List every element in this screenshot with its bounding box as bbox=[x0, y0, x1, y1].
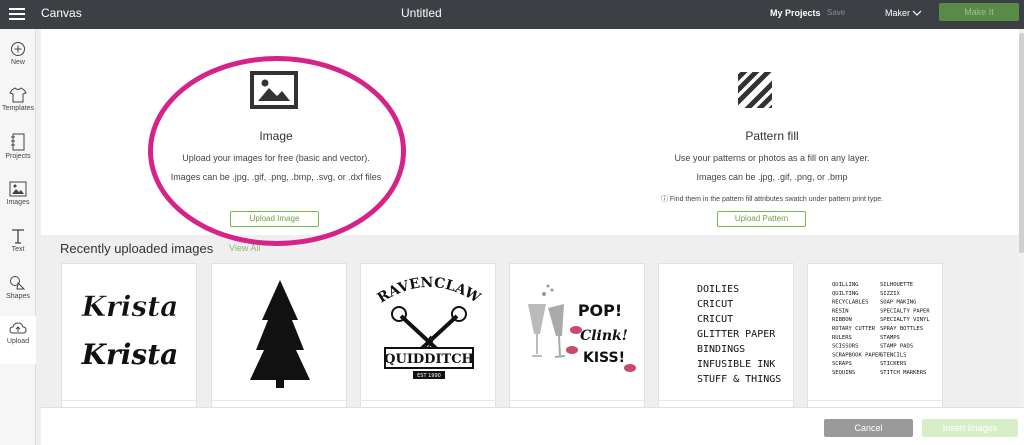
svg-text:RAVENCLAW: RAVENCLAW bbox=[375, 275, 483, 307]
word-list-line: GLITTER PAPER bbox=[697, 329, 776, 340]
recent-image-card[interactable]: QUILLING QUILTING RECYCLABLES RESIN RIBBON RO… bbox=[807, 263, 943, 413]
kiss-text: KISS! bbox=[583, 350, 625, 366]
pine-tree-thumbnail bbox=[250, 280, 310, 388]
sidebar-item-label: Text bbox=[11, 246, 25, 253]
pattern-fill-heading: Pattern fill bbox=[745, 129, 799, 143]
supply-list-line: RIBBON bbox=[832, 317, 852, 323]
sidebar-item-label: New bbox=[10, 59, 25, 66]
word-list-line: BINDINGS bbox=[697, 344, 745, 355]
recent-images-heading: Recently uploaded images bbox=[60, 241, 214, 256]
pattern-fill-icon bbox=[738, 72, 772, 108]
supply-list-line: SCRAPS bbox=[832, 361, 852, 367]
left-sidebar: New Templates Projects Images Text Shape… bbox=[0, 29, 36, 445]
supply-list-line: SEQUINS bbox=[832, 370, 855, 376]
shirt-icon bbox=[9, 87, 27, 103]
my-projects-link[interactable]: My Projects bbox=[770, 8, 821, 18]
hamburger-menu-icon[interactable] bbox=[9, 8, 25, 20]
view-all-link[interactable]: View All bbox=[229, 243, 260, 253]
sidebar-item-label: Templates bbox=[2, 105, 34, 112]
krista-outline-text: Krista bbox=[81, 290, 179, 323]
document-title: Untitled bbox=[401, 6, 442, 20]
vertical-scrollbar[interactable] bbox=[1019, 29, 1024, 407]
chevron-down-icon[interactable] bbox=[912, 8, 922, 18]
supply-list-line: SILHOUETTE bbox=[880, 282, 913, 288]
quidditch-text: QUIDDITCH bbox=[384, 352, 474, 367]
pop-clink-kiss-thumbnail: POP! Clink! KISS! bbox=[528, 284, 636, 372]
save-button[interactable]: Save bbox=[827, 8, 845, 17]
supply-list-line: STITCH MARKERS bbox=[880, 370, 926, 376]
word-list-line: INFUSIBLE INK bbox=[697, 359, 775, 370]
supply-list-line: STICKERS bbox=[880, 361, 907, 367]
word-list-line: CRICUT bbox=[697, 299, 733, 310]
cloud-upload-icon bbox=[9, 322, 27, 334]
supply-list-line: QUILTING bbox=[832, 291, 859, 297]
word-list-line: STUFF & THINGS bbox=[697, 374, 781, 385]
supply-list-line: SIZZIX bbox=[880, 291, 901, 297]
sidebar-item-label: Upload bbox=[6, 338, 30, 345]
pattern-description: Use your patterns or photos as a fill on… bbox=[674, 153, 870, 163]
sidebar-item-upload[interactable]: Upload bbox=[0, 316, 36, 364]
recent-image-card[interactable]: POP! Clink! KISS! bbox=[509, 263, 645, 413]
sidebar-item-label: Images bbox=[6, 199, 30, 206]
pop-text: POP! bbox=[578, 301, 622, 320]
supply-list-line: QUILLING bbox=[832, 282, 859, 288]
text-t-icon bbox=[12, 229, 24, 244]
supply-list-line: SPRAY BOTTLES bbox=[880, 326, 923, 332]
image-icon bbox=[9, 181, 27, 197]
pattern-formats: Images can be .jpg, .gif, .png, or .bmp bbox=[696, 172, 848, 182]
sidebar-item-shapes[interactable]: Shapes bbox=[0, 271, 36, 315]
sidebar-item-label: Projects bbox=[5, 153, 31, 160]
supply-list-line: ROTARY CUTTER bbox=[832, 326, 876, 332]
supply-list-line: SPECIALTY VINYL bbox=[880, 317, 930, 323]
supply-list-line: SCISSORS bbox=[832, 344, 859, 350]
supply-list-line: SPECIALTY PAPER bbox=[880, 308, 930, 314]
sidebar-item-label: Shapes bbox=[6, 293, 30, 300]
shapes-icon bbox=[10, 276, 26, 290]
supply-list-line: STENCILS bbox=[880, 352, 907, 358]
app-title: Canvas bbox=[41, 6, 82, 20]
supply-list-line: STAMP PADS bbox=[880, 344, 913, 350]
pattern-note: ⓘ Find them in the pattern fill attribut… bbox=[660, 196, 884, 203]
insert-images-button[interactable]: Insert Images bbox=[922, 419, 1018, 437]
krista-text: Krista bbox=[81, 338, 179, 371]
sidebar-item-templates[interactable]: Templates bbox=[0, 83, 36, 127]
sidebar-item-new[interactable]: New bbox=[0, 37, 36, 81]
highlight-circle bbox=[148, 56, 406, 246]
recent-image-card[interactable]: DOILIES CRICUT CRICUT GLITTER PAPER BINDINGS… bbox=[658, 263, 794, 413]
upload-pattern-button[interactable]: Upload Pattern bbox=[717, 211, 806, 227]
krista-thumbnail: Krista Krista bbox=[80, 290, 179, 371]
machine-selector[interactable]: Maker bbox=[885, 8, 910, 18]
clink-text: Clink! bbox=[580, 328, 628, 344]
supplies-list-thumbnail: QUILLING QUILTING RECYCLABLES RESIN RIBBON RO… bbox=[832, 282, 930, 376]
supply-list-line: SCRAPBOOK PAPER bbox=[832, 352, 882, 358]
ravenclaw-text: RAVENCLAW bbox=[375, 275, 483, 307]
supply-list-line: RULERS bbox=[832, 335, 852, 341]
sidebar-item-projects[interactable]: Projects bbox=[0, 129, 36, 173]
supply-list-line: SOAP MAKING bbox=[880, 300, 916, 306]
recent-image-card[interactable]: RAVENCLAW QUIDDITCH EST 1990 bbox=[360, 263, 496, 413]
sidebar-item-images[interactable]: Images bbox=[0, 177, 36, 221]
notebook-icon bbox=[11, 133, 25, 151]
supply-list-line: RESIN bbox=[832, 308, 849, 314]
sidebar-item-text[interactable]: Text bbox=[0, 224, 36, 268]
cancel-button[interactable]: Cancel bbox=[824, 419, 913, 437]
make-it-button[interactable]: Make It bbox=[939, 3, 1019, 21]
recent-image-card[interactable]: Krista Krista bbox=[61, 263, 197, 413]
supply-list-line: RECYCLABLES bbox=[832, 300, 868, 306]
craft-words-thumbnail: DOILIES CRICUT CRICUT GLITTER PAPER BINDINGS… bbox=[697, 284, 781, 385]
top-bar: Canvas Untitled My Projects Save Maker M… bbox=[0, 0, 1024, 29]
word-list-line: CRICUT bbox=[697, 314, 733, 325]
word-list-line: DOILIES bbox=[697, 284, 739, 295]
recent-image-card[interactable] bbox=[211, 263, 347, 413]
ravenclaw-quidditch-thumbnail: RAVENCLAW QUIDDITCH EST 1990 bbox=[375, 275, 483, 379]
plus-circle-icon bbox=[11, 42, 25, 56]
est-text: EST 1990 bbox=[417, 373, 441, 379]
supply-list-line: STAMPS bbox=[880, 335, 900, 341]
